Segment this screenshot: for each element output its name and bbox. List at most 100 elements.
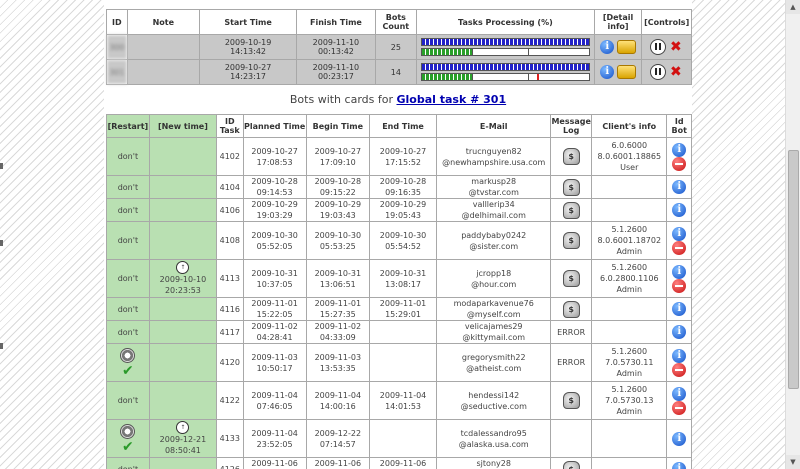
message-log-cell: $ [550, 457, 593, 469]
bot-row: don't 4102 2009-10-27 17:08:53 2009-10-27 1… [106, 137, 692, 176]
restart-cell[interactable]: ✔ [106, 419, 150, 458]
task-row: 300 2009-10-19 14:13:42 2009-11-10 00:13:4… [106, 34, 692, 60]
info-icon[interactable]: i [672, 142, 687, 157]
cell-email: sjtony28 @nycmail.com [436, 457, 552, 469]
cell-end [368, 419, 438, 458]
delete-icon[interactable]: ✖ [668, 64, 683, 80]
task-controls: ✖ [641, 59, 692, 85]
bot-row: ✔ 4120 2009-11-03 10:50:17 2009-11-03 13:53… [106, 343, 692, 382]
reload-icon[interactable] [120, 424, 136, 439]
restart-cell[interactable]: ✔ [106, 343, 150, 382]
cell-end: 2009-11-06 02:47:57 [368, 457, 438, 469]
window-edge-marker [0, 240, 3, 246]
cell-planned: 2009-11-04 23:52:05 [242, 419, 307, 458]
cell-planned: 2009-11-01 15:22:05 [242, 297, 307, 321]
bots-header-2: ID Task [216, 114, 244, 138]
restart-cell: don't [106, 198, 150, 222]
cell-planned: 2009-10-29 19:03:29 [242, 198, 307, 222]
id-bot-cell: i [666, 343, 692, 382]
pause-icon[interactable] [649, 39, 666, 55]
info-icon[interactable]: i [672, 348, 687, 363]
money-bag-icon[interactable]: $ [562, 300, 580, 318]
info-icon[interactable]: i [672, 302, 687, 316]
cell-begin: 2009-11-04 14:00:16 [305, 381, 370, 420]
remove-icon[interactable] [672, 400, 687, 415]
restart-label: don't [117, 396, 139, 405]
page-content: ID Note Start Time Finish Time Bots Count Tas… [104, 0, 692, 469]
scroll-down-arrow[interactable]: ▼ [786, 455, 800, 469]
progress-fill-green [422, 49, 473, 55]
cell-id: 4120 [216, 343, 244, 382]
bot-row: don't 4116 2009-11-01 15:22:05 2009-11-01 1… [106, 297, 692, 321]
new-time-cell [148, 198, 218, 222]
money-bag-icon[interactable]: $ [562, 201, 580, 219]
pause-icon[interactable] [649, 64, 666, 80]
cell-begin: 2009-10-31 13:06:51 [305, 259, 370, 298]
bots-header-4: Begin Time [305, 114, 370, 138]
remove-icon[interactable] [672, 240, 687, 255]
progress-bar-secondary [421, 48, 590, 56]
info-icon[interactable]: i [672, 462, 687, 469]
remove-icon[interactable] [672, 362, 687, 377]
clock-icon[interactable]: ↑ [176, 261, 190, 274]
message-log-cell: $ [550, 198, 593, 222]
clock-icon[interactable]: ↑ [176, 421, 190, 434]
cell-planned: 2009-10-30 05:52:05 [242, 221, 307, 260]
message-log-text: ERROR [557, 358, 586, 367]
reload-icon[interactable] [120, 348, 136, 363]
remove-icon[interactable] [672, 156, 687, 171]
vertical-scrollbar[interactable]: ▲ ▼ [785, 0, 800, 469]
cards-icon[interactable] [616, 40, 636, 54]
restart-cell: don't [106, 221, 150, 260]
cell-planned: 2009-10-31 10:37:05 [242, 259, 307, 298]
money-bag-icon[interactable]: $ [562, 392, 580, 409]
global-task-link[interactable]: Global task # 301 [396, 93, 506, 106]
remove-icon[interactable] [672, 278, 687, 293]
cell-end: 2009-10-28 09:16:35 [368, 175, 438, 199]
restart-cell: don't [106, 175, 150, 199]
info-icon[interactable]: i [672, 431, 687, 446]
cell-begin: 2009-11-03 13:53:35 [305, 343, 370, 382]
info-icon[interactable]: i [672, 226, 687, 241]
bots-section-title: Bots with cards for Global task # 301 [104, 93, 692, 106]
cell-begin: 2009-11-06 02:46:48 [305, 457, 370, 469]
info-icon[interactable]: i [672, 180, 687, 194]
info-icon[interactable]: i [672, 386, 687, 401]
money-bag-icon[interactable]: $ [562, 178, 580, 196]
message-log-cell [550, 419, 593, 458]
cell-id: 4126 [216, 457, 244, 469]
progress-bars [417, 63, 594, 81]
cell-email: valllerip34 @delhimail.com [436, 198, 552, 222]
money-bag-icon[interactable]: $ [562, 270, 580, 287]
info-icon[interactable]: i [672, 264, 687, 279]
client-info-cell: 5.1.2600 7.0.5730.13 Admin [591, 381, 668, 420]
task-progress [416, 34, 595, 60]
id-bot-cell: i [666, 297, 692, 321]
check-icon[interactable]: ✔ [120, 440, 136, 454]
info-icon[interactable]: i [672, 325, 687, 339]
restart-label: don't [117, 205, 139, 215]
bots-header-7: Message Log [550, 114, 593, 138]
global-tasks-table: ID Note Start Time Finish Time Bots Count Tas… [106, 9, 692, 85]
cards-icon[interactable] [616, 65, 636, 79]
progress-bar-secondary [421, 73, 590, 81]
cell-begin: 2009-11-02 04:33:09 [305, 320, 370, 344]
info-icon[interactable]: i [600, 65, 615, 79]
scroll-thumb[interactable] [788, 150, 799, 389]
info-icon[interactable]: i [600, 40, 615, 54]
info-icon[interactable]: i [672, 203, 687, 217]
bots-header-9: Id Bot [666, 114, 692, 138]
money-bag-icon[interactable]: $ [562, 232, 580, 249]
client-info-cell [591, 198, 668, 222]
money-bag-icon[interactable]: $ [562, 460, 580, 469]
check-icon[interactable]: ✔ [120, 364, 136, 378]
message-log-text: ERROR [557, 327, 586, 337]
cell-end: 2009-10-30 05:54:52 [368, 221, 438, 260]
delete-icon[interactable]: ✖ [668, 39, 683, 55]
scroll-up-arrow[interactable]: ▲ [786, 0, 800, 14]
money-bag-icon[interactable]: $ [562, 148, 580, 165]
id-bot-cell: i [666, 381, 692, 420]
cell-end: 2009-10-27 17:15:52 [368, 137, 438, 176]
message-log-cell: $ [550, 381, 593, 420]
progress-segment [472, 49, 528, 55]
